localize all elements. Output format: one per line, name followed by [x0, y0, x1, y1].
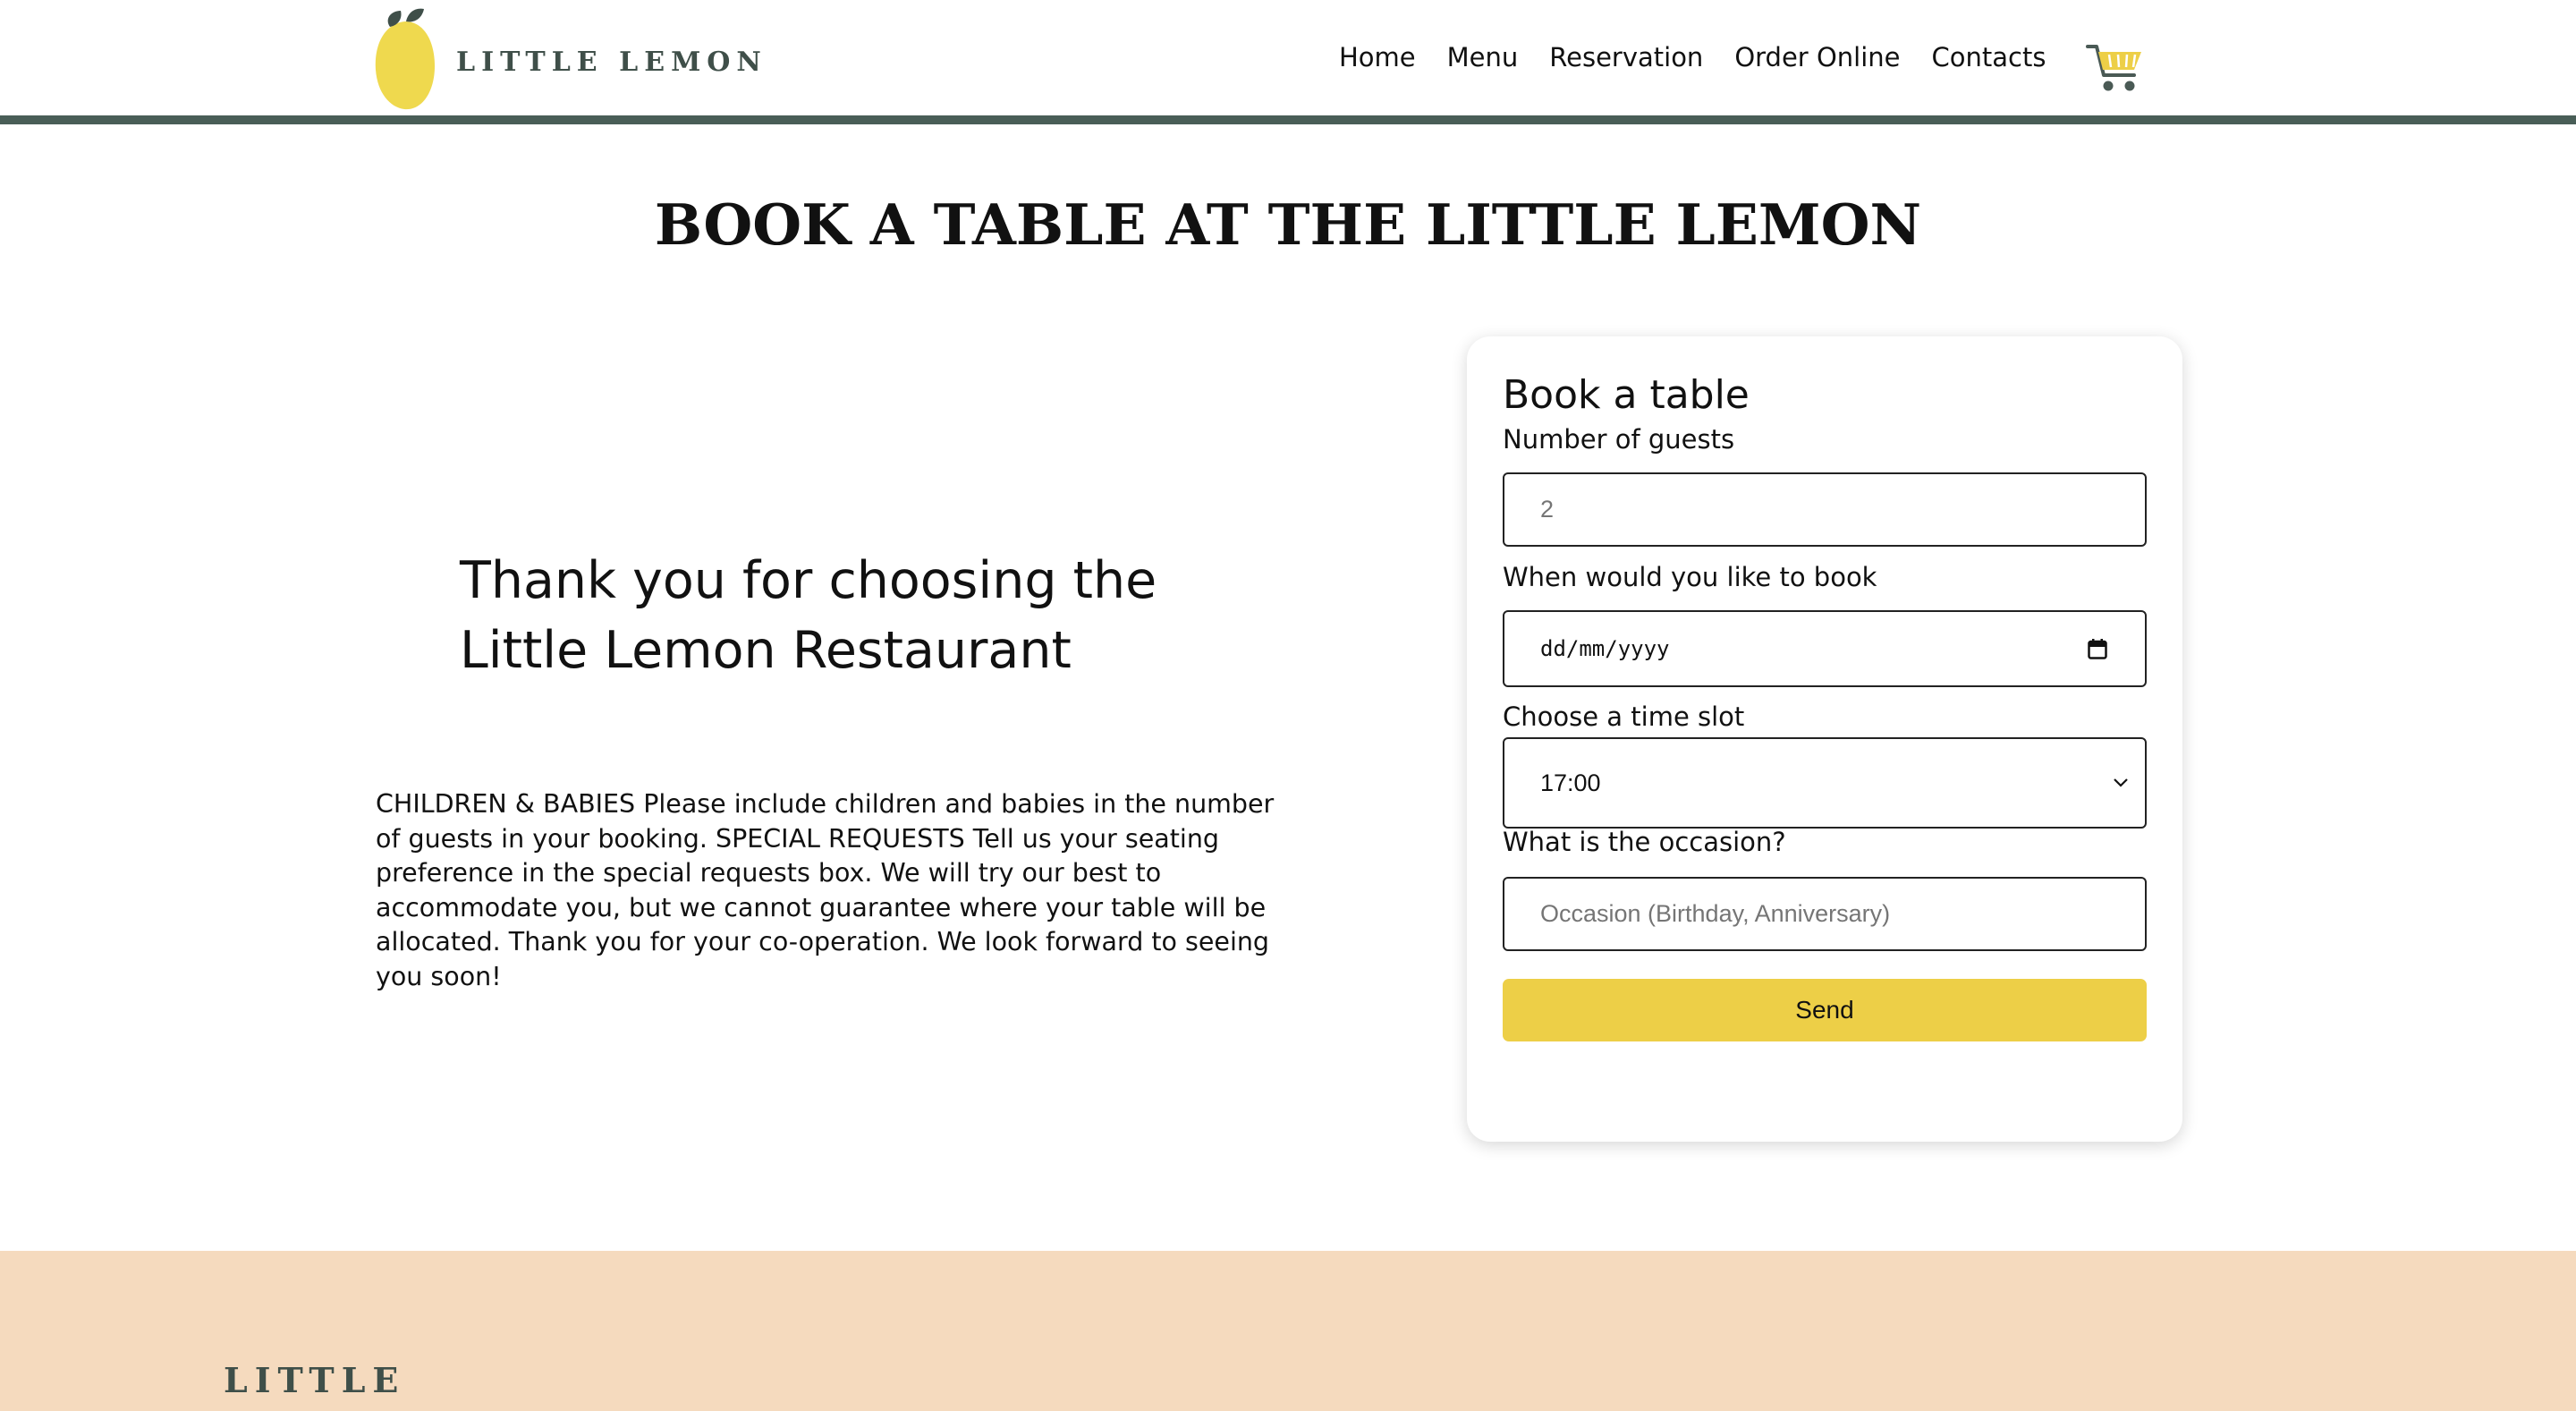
time-value: 17:00	[1540, 769, 1601, 796]
thank-you-heading: Thank you for choosing the Little Lemon …	[460, 551, 1157, 680]
occasion-label: What is the occasion?	[1503, 827, 1786, 857]
lemon-icon	[375, 8, 435, 110]
calendar-icon[interactable]	[2088, 638, 2107, 659]
nav-order-online[interactable]: Order Online	[1734, 42, 1900, 72]
site-footer: LITTLE	[0, 1251, 2576, 1411]
form-title: Book a table	[1503, 372, 1750, 418]
send-button[interactable]: Send	[1503, 979, 2147, 1041]
occasion-placeholder: Occasion (Birthday, Anniversary)	[1540, 900, 1891, 927]
guests-placeholder: 2	[1540, 496, 1555, 523]
nav-menu[interactable]: Menu	[1447, 42, 1519, 72]
booking-info-text: CHILDREN & BABIES Please include childre…	[376, 789, 1275, 991]
brand-name: LITTLE LEMON	[456, 47, 767, 78]
occasion-input[interactable]: Occasion (Birthday, Anniversary)	[1503, 877, 2147, 951]
booking-form: Book a table Number of guests 2 When wou…	[1467, 336, 2182, 1142]
logo[interactable]: LITTLE LEMON	[372, 5, 761, 111]
guests-input[interactable]: 2	[1503, 472, 2147, 547]
date-label: When would you like to book	[1503, 562, 1877, 592]
cart-icon[interactable]	[2086, 39, 2143, 97]
page-title: BOOK A TABLE AT THE LITTLE LEMON	[654, 191, 1922, 258]
time-select[interactable]: 17:00	[1503, 737, 2147, 829]
chevron-down-icon	[2114, 778, 2128, 787]
site-header: LITTLE LEMON Home Menu Reservation Order…	[0, 0, 2576, 115]
time-label: Choose a time slot	[1503, 701, 1745, 732]
footer-logo[interactable]: LITTLE	[224, 1360, 405, 1400]
nav-reservation[interactable]: Reservation	[1549, 42, 1703, 72]
nav-contacts[interactable]: Contacts	[1932, 42, 2046, 72]
date-input[interactable]: dd/mm/yyyy	[1503, 610, 2147, 687]
nav-home[interactable]: Home	[1339, 42, 1416, 72]
main-nav: Home Menu Reservation Order Online Conta…	[1339, 39, 2077, 75]
header-divider	[0, 115, 2576, 124]
date-placeholder: dd/mm/yyyy	[1540, 636, 1670, 661]
guests-label: Number of guests	[1503, 424, 1735, 455]
